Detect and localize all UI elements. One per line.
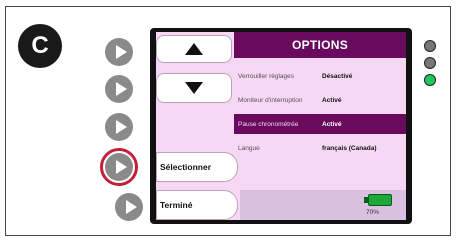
arrow-up-icon xyxy=(185,43,203,55)
done-softkey[interactable]: Terminé xyxy=(156,190,238,220)
hard-button-done[interactable] xyxy=(115,193,143,221)
status-led-2 xyxy=(424,57,436,69)
menu-row-label: Moniteur d'interruption xyxy=(238,96,303,104)
battery-icon xyxy=(368,194,392,206)
scroll-up-softkey[interactable] xyxy=(156,35,232,63)
select-softkey[interactable]: Sélectionner xyxy=(156,152,238,182)
menu-row-label: Verrouiller réglages xyxy=(238,72,295,80)
menu-row-value: Activé xyxy=(322,120,342,128)
arrow-down-icon xyxy=(185,82,203,94)
status-led-1 xyxy=(424,40,436,52)
scroll-down-softkey[interactable] xyxy=(156,73,232,103)
menu-row-lock-settings[interactable]: Verrouiller réglages Désactivé xyxy=(234,66,406,86)
highlight-ring xyxy=(100,148,138,186)
battery-percent: 70% xyxy=(366,209,380,216)
menu-row-timed-pause[interactable]: Pause chronométrée Activé xyxy=(234,114,406,134)
menu-row-value: Désactivé xyxy=(322,72,353,80)
hard-button-up[interactable] xyxy=(105,38,133,66)
menu-row-label: Langue xyxy=(238,144,260,152)
menu-row-label: Pause chronométrée xyxy=(238,120,299,128)
screen-title: OPTIONS xyxy=(234,32,406,58)
menu-row-language[interactable]: Langue français (Canada) xyxy=(234,138,406,158)
menu-row-interrupt-monitor[interactable]: Moniteur d'interruption Activé xyxy=(234,90,406,110)
hard-button-3[interactable] xyxy=(105,113,133,141)
status-led-3 xyxy=(424,74,436,86)
hard-button-down[interactable] xyxy=(105,75,133,103)
device-screen: Sélectionner Terminé OPTIONS Verrouiller… xyxy=(156,32,406,220)
step-badge: C xyxy=(18,24,62,68)
device-body: Sélectionner Terminé OPTIONS Verrouiller… xyxy=(150,28,412,224)
menu-row-value: français (Canada) xyxy=(322,144,377,152)
softkey-column: Sélectionner Terminé xyxy=(156,32,238,220)
menu-row-value: Activé xyxy=(322,96,342,104)
